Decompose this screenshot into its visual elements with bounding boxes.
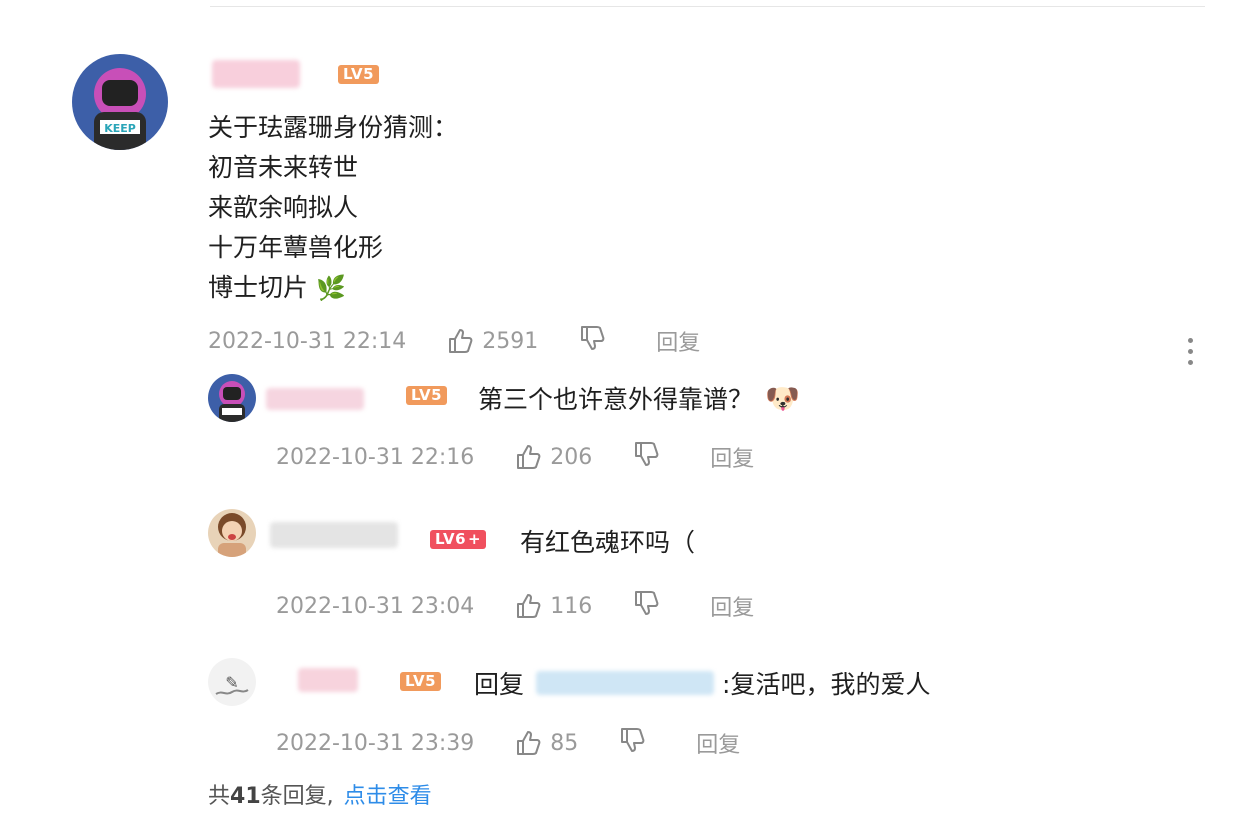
svg-text:✎: ✎ [225, 673, 238, 692]
comment-line: 关于珐露珊身份猜测： [208, 113, 459, 142]
like-button[interactable]: 2591 [446, 327, 538, 355]
reply2-meta-row: 2022-10-31 23:04 116 回复 [276, 590, 754, 622]
view-replies-link[interactable]: 点击查看 [344, 784, 432, 809]
dislike-button[interactable] [618, 726, 646, 760]
reply-count: 41 [230, 784, 261, 809]
like-button[interactable]: 116 [514, 592, 592, 620]
like-count: 85 [550, 730, 579, 756]
footer-prefix: 共 [208, 784, 231, 809]
mentioned-user-blurred[interactable] [536, 671, 715, 695]
reply-button[interactable]: 回复 [710, 441, 754, 473]
reply3-text-row: 回复 :复活吧，我的爱人 [474, 665, 930, 701]
reply1-text-row: 第三个也许意外得靠谱？ 🐶 [478, 380, 800, 416]
like-count: 116 [550, 593, 593, 619]
dislike-button[interactable] [632, 440, 660, 474]
like-count: 2591 [482, 328, 539, 354]
reply2-level-badge: LV6 + [430, 530, 487, 549]
reply-count-footer: 共41条回复, 点击查看 [208, 778, 432, 810]
thumbs-down-icon [635, 442, 659, 466]
doge-emoji: 🐶 [765, 381, 800, 415]
comment-line: 来歆余响拟人 [208, 193, 359, 222]
reply3-timestamp: 2022-10-31 23:39 [276, 730, 475, 756]
reply1-text: 第三个也许意外得靠谱？ [478, 385, 754, 414]
dislike-button[interactable] [632, 589, 660, 623]
top-divider [210, 6, 1205, 7]
reply1-avatar[interactable] [208, 374, 256, 422]
thumbs-up-icon [517, 445, 541, 469]
comment-line: 博士切片 [208, 273, 309, 302]
reply3-level-badge: LV5 [400, 672, 442, 691]
like-count: 206 [550, 444, 593, 470]
reply1-username-blurred[interactable] [266, 388, 364, 410]
main-username-blurred[interactable] [212, 60, 300, 88]
reply1-level-badge: LV5 [406, 386, 448, 405]
reply3-username-blurred[interactable] [298, 668, 358, 692]
comment-line: 十万年蕈兽化形 [208, 233, 384, 262]
dislike-button[interactable] [578, 324, 606, 358]
reply3-prefix: 回复 [474, 670, 525, 699]
reply2-avatar[interactable] [208, 509, 256, 557]
reply3-avatar[interactable]: ✎ [208, 658, 256, 706]
reply1-timestamp: 2022-10-31 22:16 [276, 444, 475, 470]
thumbs-down-icon [621, 728, 645, 752]
reply-button[interactable]: 回复 [710, 590, 754, 622]
main-level-badge: LV5 [338, 65, 380, 84]
svg-text:KEEP: KEEP [104, 122, 136, 135]
like-button[interactable]: 85 [514, 729, 578, 757]
like-button[interactable]: 206 [514, 443, 592, 471]
thumbs-down-icon [581, 326, 605, 350]
reply-button[interactable]: 回复 [696, 727, 740, 759]
more-options-icon[interactable] [1188, 338, 1196, 371]
main-avatar[interactable]: KEEP [72, 54, 168, 150]
thumbs-up-icon [517, 731, 541, 755]
thumbs-up-icon [449, 329, 473, 353]
main-comment-body: 关于珐露珊身份猜测： 初音未来转世 来歆余响拟人 十万年蕈兽化形 博士切片 🌿 [208, 108, 458, 308]
comment-line: 初音未来转世 [208, 153, 359, 182]
thumbs-up-icon [517, 594, 541, 618]
leaf-emoji: 🌿 [315, 274, 346, 302]
reply2-text: 有红色魂环吗（ [520, 528, 696, 557]
reply2-level-text: LV6 [435, 530, 467, 548]
thumbs-down-icon [635, 591, 659, 615]
reply-button[interactable]: 回复 [656, 325, 700, 357]
reply2-timestamp: 2022-10-31 23:04 [276, 593, 475, 619]
reply3-meta-row: 2022-10-31 23:39 85 回复 [276, 727, 740, 759]
comment-line-with-emoji: 博士切片 🌿 [208, 268, 458, 308]
main-timestamp: 2022-10-31 22:14 [208, 328, 407, 354]
reply2-level-suffix: + [468, 530, 482, 548]
main-meta-row: 2022-10-31 22:14 2591 回复 [208, 325, 700, 357]
footer-suffix: 条回复, [260, 784, 334, 809]
reply3-text: :复活吧，我的爱人 [722, 670, 931, 699]
reply1-meta-row: 2022-10-31 22:16 206 回复 [276, 441, 754, 473]
reply2-username-blurred[interactable] [270, 522, 398, 548]
